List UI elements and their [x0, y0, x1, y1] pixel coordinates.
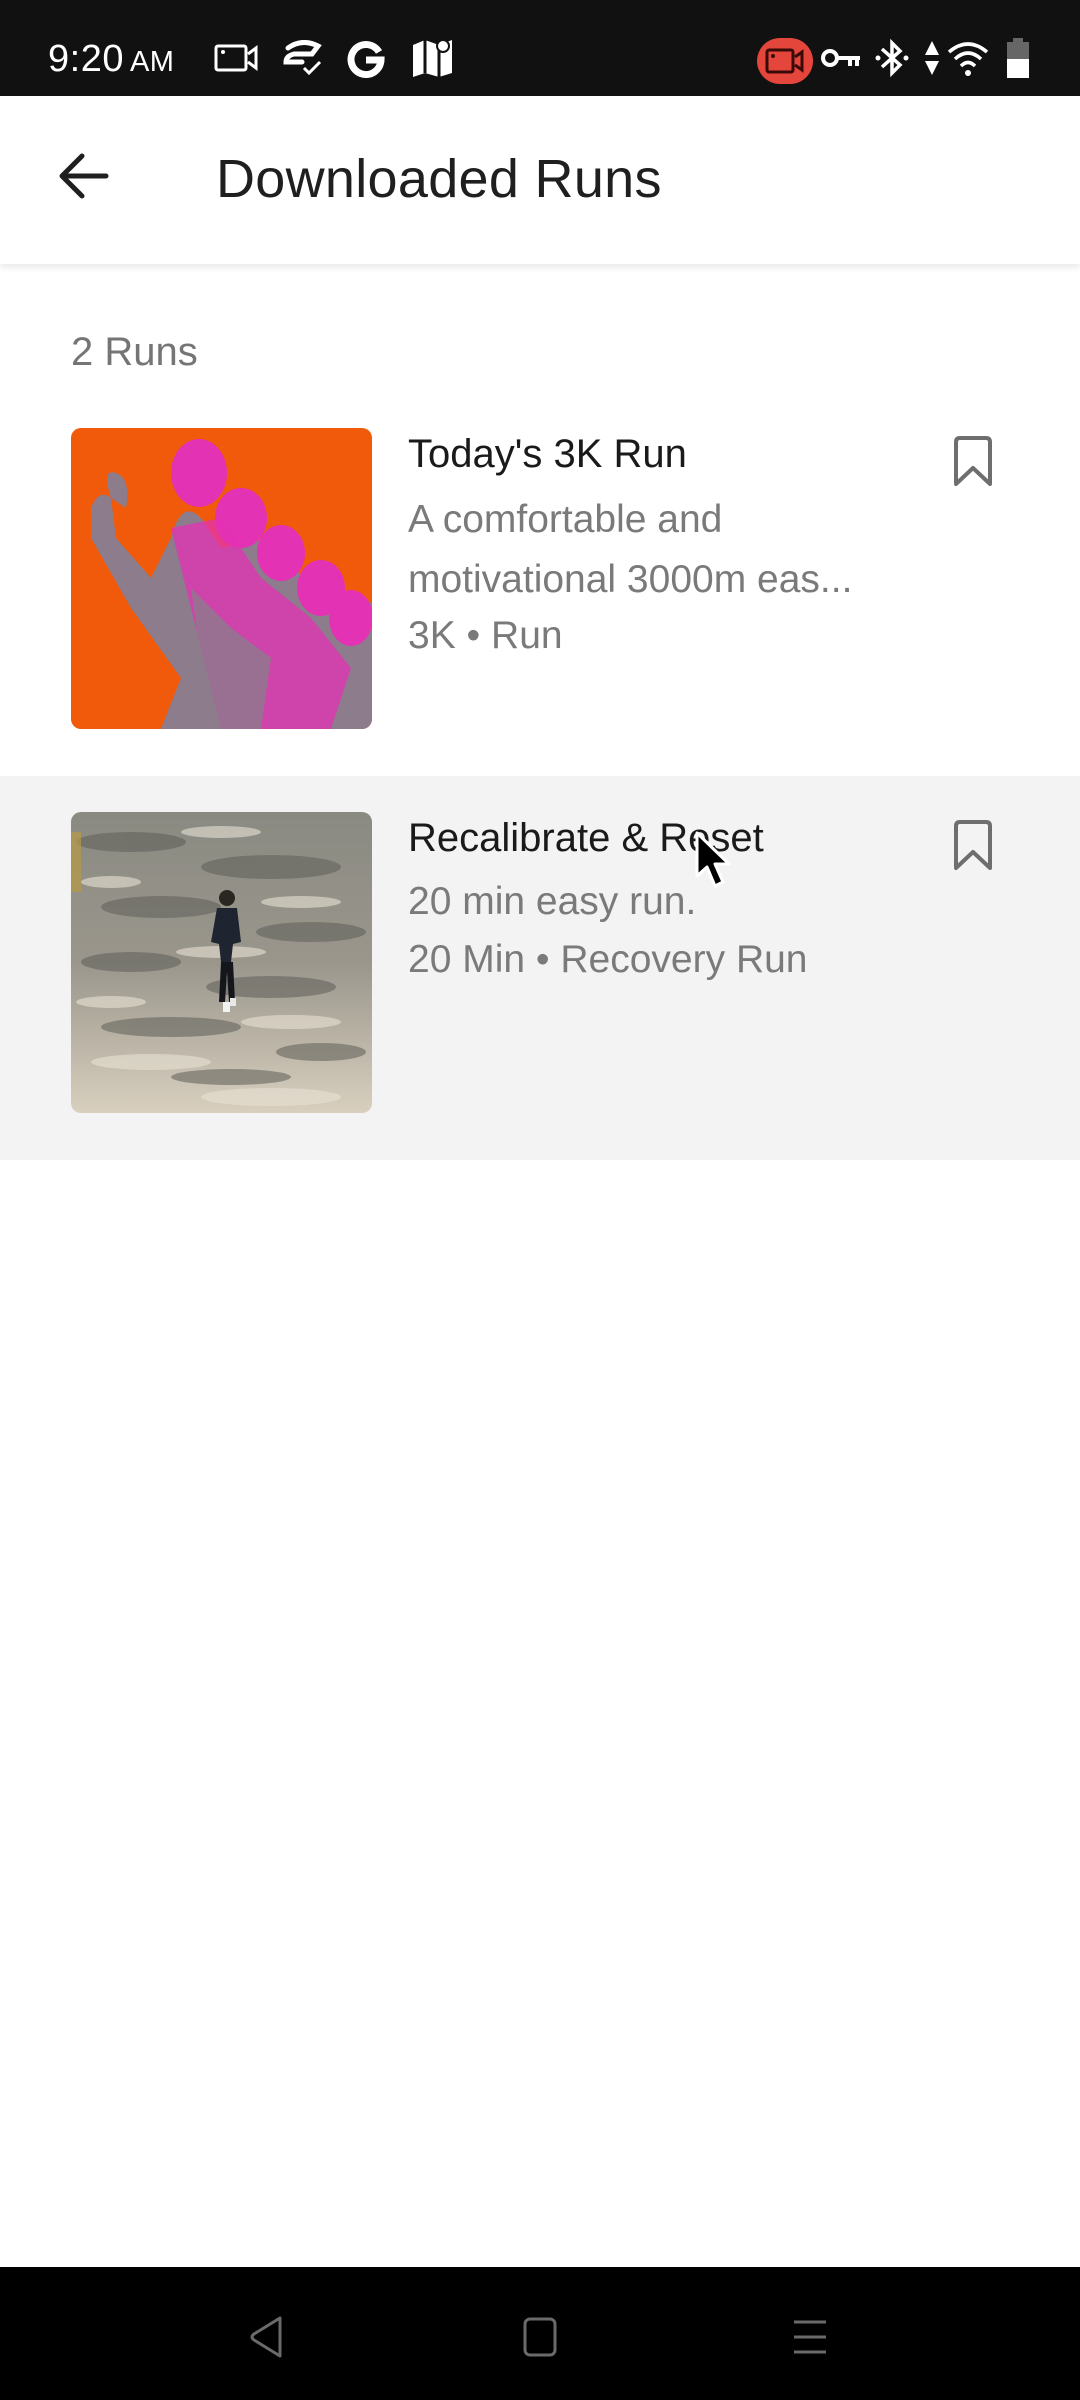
status-time: 9:20 AM: [48, 38, 174, 81]
bookmark-outline-icon: [954, 436, 992, 486]
bookmark-button[interactable]: [940, 810, 1006, 880]
run-meta: 3K • Run: [408, 614, 563, 657]
run-thumbnail: [71, 812, 372, 1113]
bluetooth-icon: [874, 38, 910, 78]
system-navigation-bar: [0, 2267, 1080, 2400]
status-bar: 9:20 AM: [0, 0, 1080, 96]
vpn-key-icon: [820, 38, 862, 78]
messaging-app-icon: [282, 38, 324, 78]
google-icon: [346, 38, 386, 78]
run-count: 2 Runs: [71, 330, 198, 374]
clock-time: 9:20: [48, 38, 124, 80]
nav-home-icon: [523, 2317, 557, 2357]
app-bar: Downloaded Runs: [0, 96, 1080, 264]
bookmark-button[interactable]: [940, 426, 1006, 496]
maps-icon: [410, 38, 456, 78]
list-item[interactable]: Today's 3K Run A comfortable and motivat…: [0, 392, 1080, 776]
screen-record-icon: [214, 38, 260, 78]
nav-back-button[interactable]: [226, 2297, 306, 2377]
nav-recents-icon: [794, 2320, 826, 2354]
run-description: 20 min easy run.: [408, 880, 697, 923]
nav-home-button[interactable]: [500, 2297, 580, 2377]
list-item[interactable]: Recalibrate & Reset 20 min easy run. 20 …: [0, 776, 1080, 1160]
runner-on-path-image: [71, 812, 372, 1113]
data-arrows-icon: [922, 38, 942, 78]
wifi-icon: [946, 38, 990, 78]
run-title: Recalibrate & Reset: [408, 816, 764, 860]
back-button[interactable]: [48, 140, 120, 212]
runners-group-image: [71, 428, 372, 729]
nav-back-icon: [250, 2316, 282, 2358]
run-thumbnail: [71, 428, 372, 729]
page-title: Downloaded Runs: [216, 149, 662, 209]
run-meta: 20 Min • Recovery Run: [408, 938, 808, 981]
screen-recording-active-icon[interactable]: [757, 38, 813, 84]
bookmark-outline-icon: [954, 820, 992, 870]
arrow-left-icon: [59, 153, 109, 199]
battery-icon: [1004, 38, 1032, 78]
run-title: Today's 3K Run: [408, 432, 687, 476]
nav-recents-button[interactable]: [770, 2297, 850, 2377]
clock-ampm: AM: [129, 46, 175, 78]
run-description: A comfortable and motivational 3000m eas…: [408, 498, 853, 601]
